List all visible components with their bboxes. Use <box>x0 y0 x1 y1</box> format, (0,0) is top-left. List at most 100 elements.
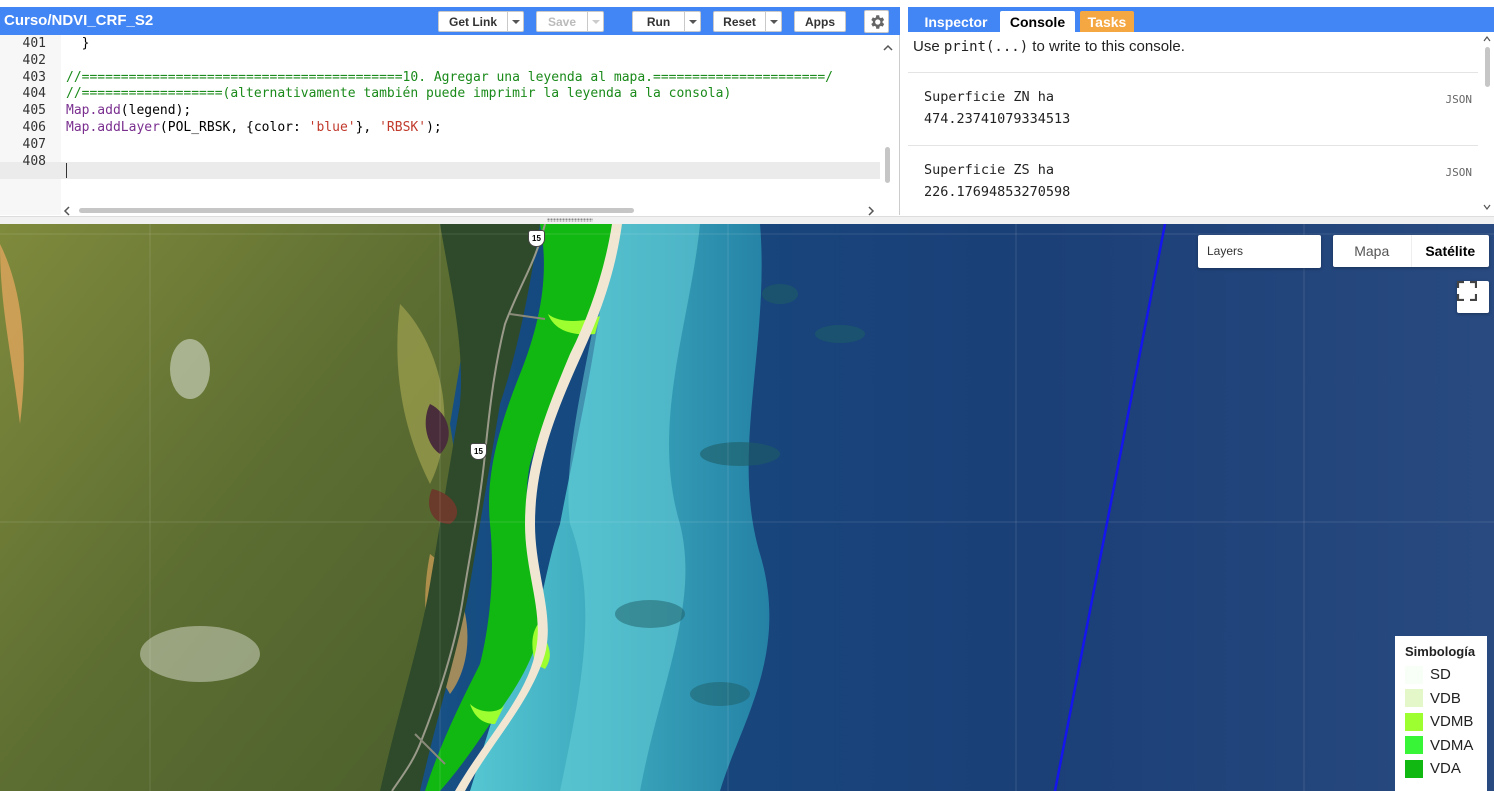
apps-label: Apps <box>805 14 835 29</box>
code-function: Map.add <box>66 103 121 118</box>
legend-swatch <box>1405 689 1423 708</box>
line-number: 406 <box>22 120 46 135</box>
code-string: 'blue' <box>308 120 356 135</box>
console-scrollbar[interactable] <box>1485 47 1490 87</box>
hint-suffix: to write to this console. <box>1028 38 1185 55</box>
legend-item: VDMB <box>1405 710 1487 734</box>
json-link[interactable]: JSON <box>1446 166 1473 179</box>
code-text: ); <box>426 120 442 135</box>
line-number: 408 <box>22 154 46 169</box>
get-link-button[interactable]: Get Link <box>438 11 524 32</box>
legend-swatch <box>1405 736 1423 755</box>
code-comment: //======================================… <box>66 70 834 85</box>
chevron-down-icon[interactable] <box>765 12 781 31</box>
console-hint: Use print(...) to write to this console. <box>913 38 1185 55</box>
reset-button[interactable]: Reset <box>713 11 782 32</box>
line-number: 402 <box>22 53 46 68</box>
fullscreen-button[interactable] <box>1457 281 1489 313</box>
road-shield: 15 <box>528 230 545 247</box>
script-editor-panel: Curso/NDVI_CRF_S2 Get Link Save Run Rese… <box>0 7 900 216</box>
code-text: (POL_RBSK, {color: <box>159 120 309 135</box>
legend-label: VDMB <box>1430 713 1474 731</box>
line-number: 403 <box>22 70 46 85</box>
drag-handle-icon[interactable] <box>547 218 593 222</box>
text-cursor <box>66 163 67 178</box>
fullscreen-icon <box>1457 281 1477 301</box>
legend-label: VDA <box>1430 760 1461 778</box>
legend-label: VDB <box>1430 689 1461 707</box>
scroll-right-icon[interactable] <box>867 206 875 216</box>
save-button[interactable]: Save <box>536 11 604 32</box>
run-button[interactable]: Run <box>632 11 701 32</box>
code-function: Map.addLayer <box>66 120 160 135</box>
line-number: 407 <box>22 137 46 152</box>
legend-label: SD <box>1430 666 1451 684</box>
entry-label: Superficie ZS ha <box>924 162 1055 178</box>
script-title[interactable]: Curso/NDVI_CRF_S2 <box>4 12 153 29</box>
gear-icon <box>870 14 884 29</box>
legend-item: SD <box>1405 663 1487 687</box>
vertical-scrollbar[interactable] <box>885 147 890 183</box>
code-text: }, <box>355 120 380 135</box>
map-type-satelite-button[interactable]: Satélite <box>1412 235 1490 267</box>
scrollbar-thumb[interactable] <box>79 208 634 213</box>
panel-splitter[interactable] <box>0 216 1494 224</box>
satellite-imagery <box>0 224 1494 791</box>
code-line: Map.add(legend); <box>66 103 191 118</box>
legend-swatch <box>1405 712 1423 731</box>
scroll-left-icon[interactable] <box>63 206 71 216</box>
entry-label: Superficie ZN ha <box>924 89 1055 105</box>
scroll-up-icon[interactable] <box>1483 36 1491 42</box>
map-type-toggle: Mapa Satélite <box>1333 235 1489 267</box>
code-comment: //==================(alternativamente ta… <box>66 86 732 101</box>
line-number: 405 <box>22 103 46 118</box>
legend-item: VDB <box>1405 687 1487 711</box>
code-editor-workspace: Curso/NDVI_CRF_S2 Get Link Save Run Rese… <box>0 0 1494 216</box>
console-panel: Inspector Console Tasks Use print(...) t… <box>908 7 1494 215</box>
line-number: 401 <box>22 36 46 51</box>
legend-label: VDMA <box>1430 736 1474 754</box>
run-label: Run <box>646 14 671 29</box>
active-line-highlight <box>0 162 880 179</box>
console-tabs: Inspector Console Tasks <box>908 7 1494 32</box>
reset-label: Reset <box>723 14 756 29</box>
console-entry: Superficie ZS ha 226.17694853270598 JSON <box>908 145 1478 215</box>
line-number: 404 <box>22 86 46 101</box>
chevron-down-icon[interactable] <box>507 12 523 31</box>
apps-button[interactable]: Apps <box>794 11 846 32</box>
map-type-mapa-button[interactable]: Mapa <box>1333 235 1412 267</box>
legend-swatch <box>1405 759 1423 778</box>
map-legend: Simbología SD VDB VDMB VDMA VDA <box>1395 636 1487 791</box>
entry-value: 226.17694853270598 <box>924 184 1071 200</box>
code-string: 'RBSK' <box>379 120 427 135</box>
get-link-label: Get Link <box>448 14 497 29</box>
tab-console[interactable]: Console <box>1000 11 1075 32</box>
json-link[interactable]: JSON <box>1446 93 1473 106</box>
legend-item: VDA <box>1405 757 1487 781</box>
code-editor[interactable]: 401 402 403 404 405 406 407 408 } //====… <box>0 35 898 216</box>
hint-code: print(...) <box>943 39 1029 55</box>
road-shield: 15 <box>470 443 487 460</box>
settings-button[interactable] <box>864 10 889 33</box>
legend-title: Simbología <box>1405 644 1476 659</box>
chevron-down-icon[interactable] <box>684 12 700 31</box>
tab-inspector[interactable]: Inspector <box>912 11 1000 32</box>
save-label: Save <box>547 14 577 29</box>
scroll-up-icon[interactable] <box>883 44 893 52</box>
code-text: (legend); <box>120 103 192 118</box>
legend-item: VDMA <box>1405 734 1487 758</box>
legend-items: SD VDB VDMB VDMA VDA <box>1405 663 1487 781</box>
scroll-down-icon[interactable] <box>1483 204 1491 210</box>
editor-toolbar: Curso/NDVI_CRF_S2 Get Link Save Run Rese… <box>0 7 900 35</box>
console-output: Use print(...) to write to this console.… <box>908 32 1494 215</box>
chevron-down-icon[interactable] <box>587 12 603 31</box>
entry-value: 474.23741079334513 <box>924 111 1071 127</box>
code-line: Map.addLayer(POL_RBSK, {color: 'blue'}, … <box>66 120 442 135</box>
map-view[interactable]: 15 15 Layers Mapa Satélite Simbología SD… <box>0 224 1494 791</box>
tab-tasks[interactable]: Tasks <box>1080 11 1134 32</box>
code-line: } <box>66 36 90 51</box>
legend-swatch <box>1405 665 1423 684</box>
console-entry: Superficie ZN ha 474.23741079334513 JSON <box>908 72 1478 144</box>
layers-control[interactable]: Layers <box>1198 235 1321 268</box>
horizontal-scrollbar[interactable] <box>61 203 881 216</box>
